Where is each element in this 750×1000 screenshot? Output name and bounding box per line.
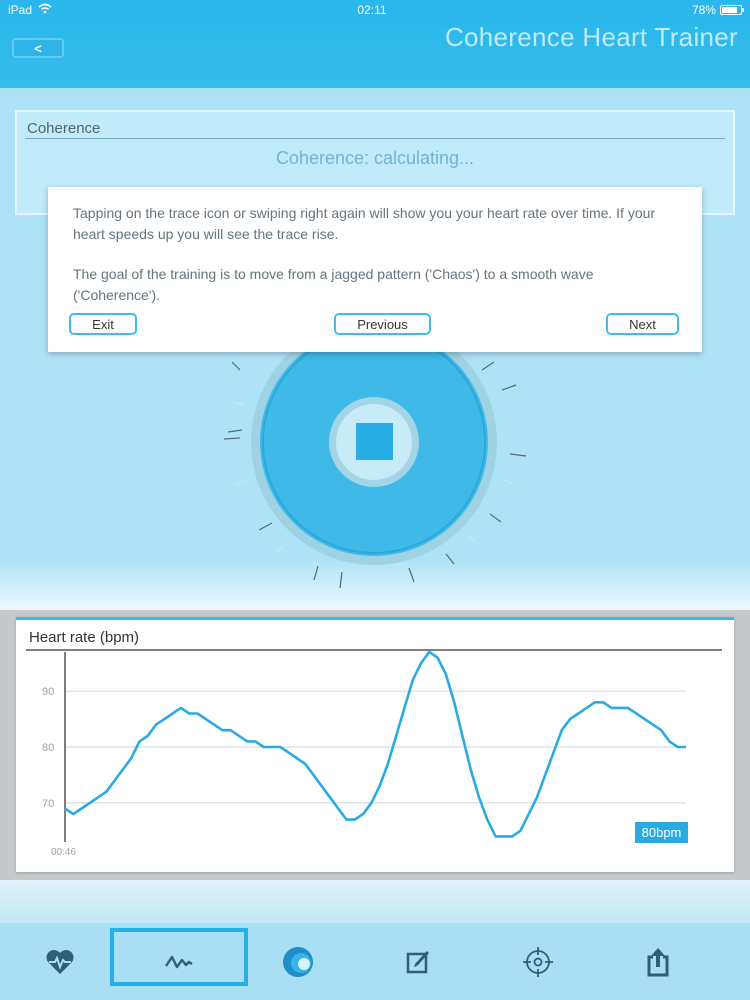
coherence-header: Coherence [27, 120, 101, 137]
y-tick-label-80: 80 [42, 742, 54, 754]
y-tick-label-70: 70 [42, 798, 54, 810]
x-start-label: 00:46 [51, 847, 76, 858]
tab-heart-rate[interactable] [25, 923, 95, 1000]
current-bpm-label: 80bpm [642, 825, 682, 840]
clock: 02:11 [357, 3, 387, 17]
status-left: iPad [8, 3, 52, 17]
battery-percent: 78% [691, 3, 716, 17]
tutorial-text-2: The goal of the training is to move from… [73, 266, 594, 303]
breath-dial [223, 330, 527, 589]
tab-journal[interactable] [383, 923, 453, 1000]
tab-coherence[interactable] [263, 923, 333, 1000]
status-right: 78% [691, 3, 744, 17]
tab-target[interactable] [503, 923, 573, 1000]
tab-trace[interactable] [114, 923, 244, 1000]
coherence-status: Coherence: calculating... [275, 148, 475, 168]
coherence-divider [25, 138, 725, 139]
tab-share[interactable] [623, 923, 693, 1000]
tutorial-dialog: Tapping on the trace icon or swiping rig… [48, 187, 702, 352]
heart-rate-icon [46, 949, 74, 974]
y-tick-label-90: 90 [42, 686, 54, 698]
status-bar: iPad 02:11 78% [0, 0, 750, 20]
next-button[interactable]: Next [606, 313, 679, 335]
back-button[interactable]: < [12, 38, 64, 58]
heart-rate-series [64, 650, 686, 838]
previous-button[interactable]: Previous [334, 313, 431, 335]
heart-rate-plot: 70 80 90 00:46 80bpm [26, 649, 722, 858]
device-name: iPad [8, 3, 33, 17]
bottom-glow [0, 880, 750, 925]
trace-icon [165, 955, 193, 968]
heart-rate-chart: 70 80 90 00:46 80bpm Heart rate (bpm) [16, 617, 734, 872]
edit-note-icon [406, 950, 430, 973]
target-icon [523, 946, 553, 977]
wifi-icon [38, 3, 52, 17]
exit-button[interactable]: Exit [69, 313, 137, 335]
battery-icon [719, 5, 744, 15]
tutorial-text-1: Tapping on the trace icon or swiping rig… [73, 205, 656, 242]
stop-button[interactable] [356, 423, 393, 460]
chart-title: Heart rate (bpm) [29, 629, 140, 646]
share-icon [647, 947, 669, 976]
page-title: Coherence Heart Trainer [444, 22, 738, 52]
coherence-orb-icon [283, 946, 313, 977]
tab-bar [0, 923, 750, 1000]
